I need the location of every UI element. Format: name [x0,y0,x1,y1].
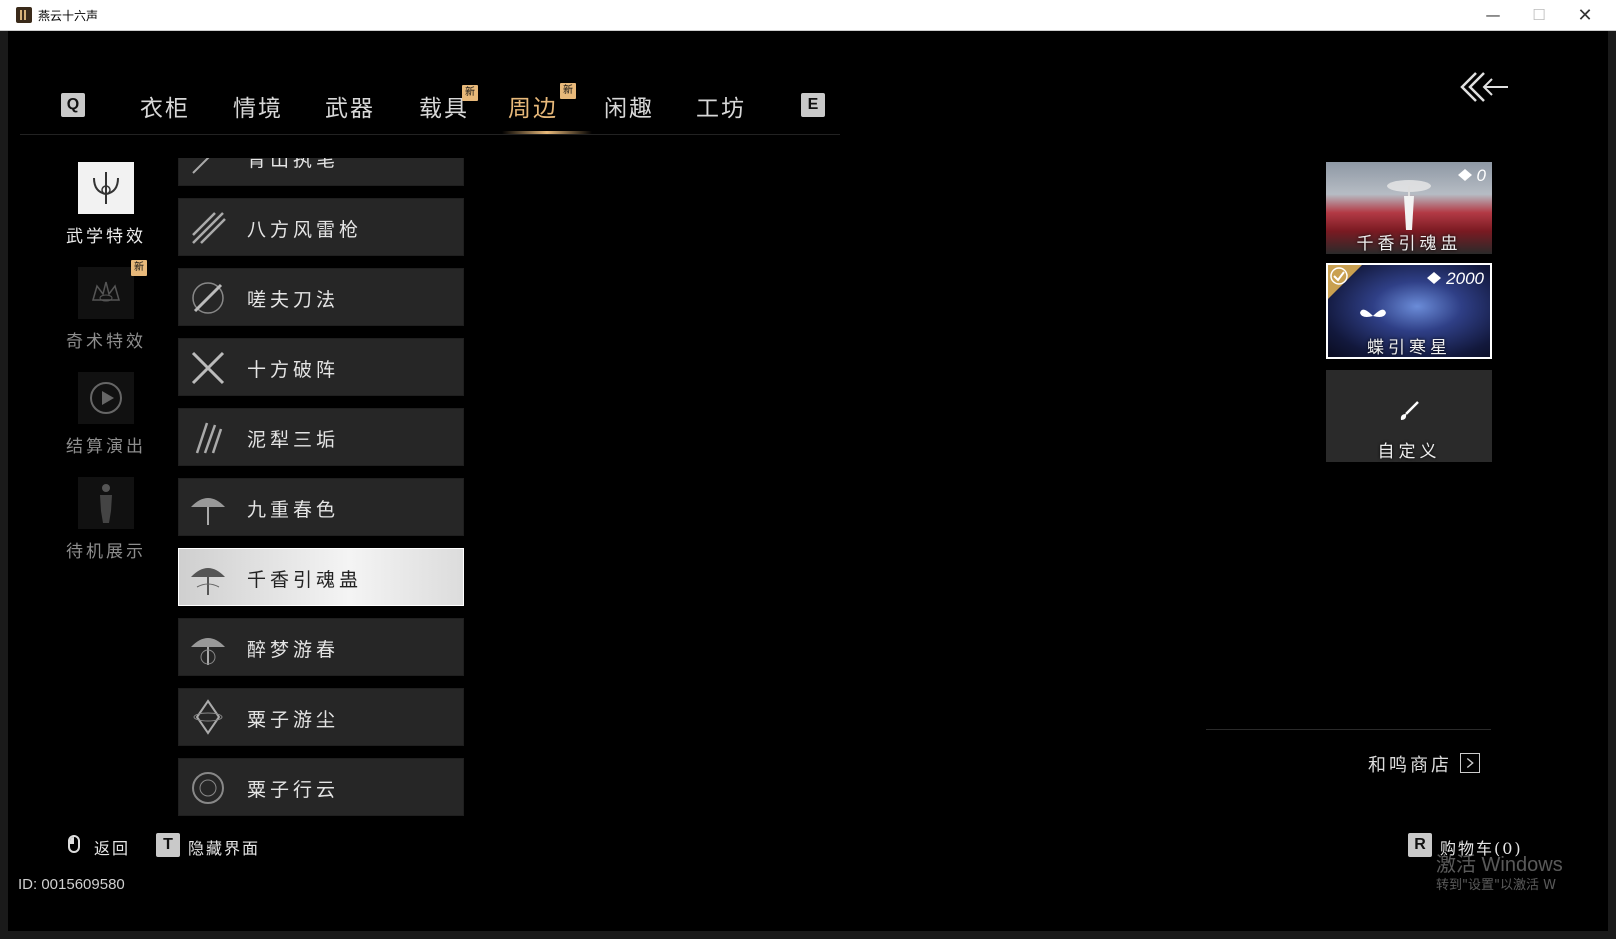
item-label: 醉梦游春 [247,639,340,661]
tab-workshop[interactable]: 工坊 [696,89,746,123]
list-item[interactable]: 泥犁三垢 [178,408,464,466]
umbrella-icon [191,498,225,525]
tab-scene[interactable]: 情境 [233,89,283,123]
list-item[interactable]: 九重春色 [178,478,464,536]
currency-icon [1427,272,1442,284]
app-icon [16,7,32,23]
item-label: 千香引魂蛊 [247,569,363,591]
tab-peripherals[interactable]: 周边 [508,89,558,123]
item-label: 九重春色 [247,499,340,521]
category-label: 待机展示 [66,542,146,562]
tab-weapons[interactable]: 武器 [325,89,375,123]
trident-icon [78,162,134,214]
list-item[interactable]: 粟子游尘 [178,688,464,746]
play-icon [78,372,134,424]
list-item-selected[interactable]: 千香引魂蛊 [178,548,464,606]
character-figure [1387,180,1431,230]
key-q-hint[interactable]: Q [61,93,85,117]
key-r-hint[interactable]: R [1408,833,1432,857]
variant-name: 蝶引寒星 [1367,338,1451,358]
brush-icon [1400,401,1419,420]
list-item[interactable]: 嗟夫刀法 [178,268,464,326]
active-tab-underline [502,131,592,134]
category-label: 奇术特效 [66,332,146,352]
variant-price: 0 [1457,166,1486,186]
external-arrow-icon[interactable] [1460,753,1480,773]
variant-card-custom[interactable]: 自定义 [1326,370,1492,462]
back-arrow-icon[interactable] [1458,69,1510,105]
activation-watermark: 激活 Windows [1436,854,1563,876]
key-t-hint[interactable]: T [156,833,180,857]
variant-card-selected[interactable]: 2000 蝶引寒星 [1326,263,1492,359]
list-item[interactable]: 八方风雷枪 [178,198,464,256]
shop-link[interactable]: 和鸣商店 [1368,751,1452,777]
item-label: 嗟夫刀法 [247,289,340,311]
item-label: 青山执笔 [247,158,340,171]
window-title: 燕云十六声 [38,9,99,23]
effect-list[interactable]: 青山执笔 八方风雷枪 嗟夫刀法 十方破阵 泥犁三垢 九重春色 千香引魂蛊 醉梦游… [178,158,468,821]
tab-wardrobe[interactable]: 衣柜 [140,89,190,123]
tab-leisure[interactable]: 闲趣 [604,89,654,123]
top-nav: Q 衣柜 情境 武器 载具 新 周边 新 闲趣 工坊 E [20,53,840,135]
swirl-icon [192,772,224,804]
umbrella-icon [191,568,225,595]
user-id: ID: 0015609580 [18,876,125,893]
list-item[interactable]: 十方破阵 [178,338,464,396]
spinning-top-icon [193,699,223,735]
minimize-button[interactable]: — [1470,0,1516,31]
window-titlebar: 燕云十六声 — ☐ ✕ [0,0,1616,31]
maximize-button[interactable]: ☐ [1516,0,1562,31]
close-button[interactable]: ✕ [1562,0,1608,31]
spear-icon [192,212,226,244]
key-e-hint[interactable]: E [801,93,825,117]
item-label: 粟子游尘 [247,709,340,731]
item-label: 粟子行云 [247,779,340,801]
mouse-icon [68,835,80,853]
selected-check-icon [1328,265,1362,299]
activation-watermark-sub: 转到"设置"以激活 W [1436,878,1556,893]
item-label: 十方破阵 [247,359,340,381]
umbrella-icon [191,638,225,665]
new-badge-vehicles: 新 [462,85,478,101]
category-label: 武学特效 [66,227,146,247]
panel-divider [1206,729,1491,730]
figure-icon [78,477,134,529]
crossed-blades-icon [191,351,225,385]
currency-icon [1457,169,1472,181]
list-item[interactable]: 醉梦游春 [178,618,464,676]
list-item[interactable]: 青山执笔 [178,158,464,186]
claw-icon [195,422,223,454]
brush-feather-icon [192,158,210,174]
category-idle-display[interactable]: 待机展示 [66,477,146,562]
variant-name: 自定义 [1377,442,1441,462]
new-badge-arcane: 新 [131,260,147,276]
variant-name: 千香引魂盅 [1356,234,1462,254]
category-martial-effects[interactable]: 武学特效 [66,162,146,247]
list-item[interactable]: 粟子行云 [178,758,464,816]
game-viewport: Q 衣柜 情境 武器 载具 新 周边 新 闲趣 工坊 E 武学特效 新 奇术特效… [8,31,1608,931]
variant-card[interactable]: 0 千香引魂盅 [1326,162,1492,254]
item-label: 泥犁三垢 [247,429,340,451]
item-label: 八方风雷枪 [247,219,363,241]
blade-icon [192,282,224,314]
variant-price: 2000 [1427,269,1484,289]
butterfly-icon [1360,309,1386,317]
hide-ui-button[interactable]: 隐藏界面 [188,835,260,859]
category-settlement[interactable]: 结算演出 [66,372,146,457]
back-button[interactable]: 返回 [94,835,130,859]
category-label: 结算演出 [66,437,146,457]
crown-eye-icon [78,267,134,319]
new-badge-peripherals: 新 [560,83,576,99]
category-arcane-effects[interactable]: 新 奇术特效 [66,260,147,352]
